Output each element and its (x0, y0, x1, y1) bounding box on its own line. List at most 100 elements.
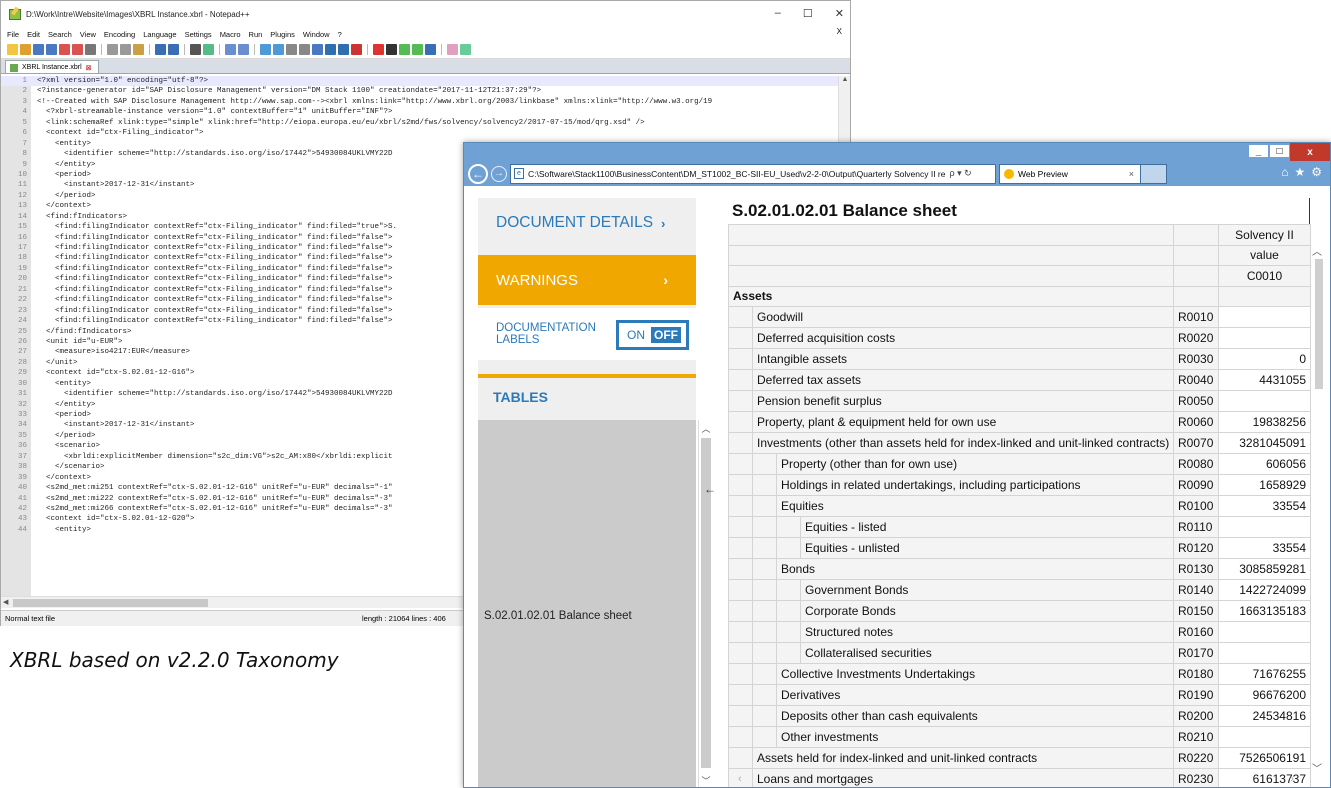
row-value[interactable]: 3281045091 (1218, 432, 1311, 454)
row-value[interactable]: 96676200 (1218, 684, 1311, 706)
search-refresh-controls[interactable]: ρ ▾ ↻ (949, 168, 971, 179)
replace-icon[interactable] (203, 44, 214, 55)
undo-icon[interactable] (155, 44, 166, 55)
sync-v-icon[interactable] (260, 44, 271, 55)
find-icon[interactable] (190, 44, 201, 55)
code-line[interactable]: 6 <context id="ctx-Filing_indicator"> (1, 128, 850, 138)
row-value[interactable]: 1658929 (1218, 474, 1311, 496)
zoom-out-icon[interactable] (238, 44, 249, 55)
close-file-icon[interactable] (59, 44, 70, 55)
chevron-up-icon[interactable]: ︿ (699, 422, 713, 435)
minimize-button[interactable]: – (775, 7, 781, 20)
code-line[interactable]: 2 <?instance-generator id="SAP Disclosure… (1, 86, 850, 96)
tab-close-icon[interactable]: × (1129, 169, 1134, 179)
back-button[interactable]: ← (468, 163, 488, 184)
menu-view[interactable]: View (80, 30, 96, 39)
table-list-item-balance-sheet[interactable]: S.02.01.02.01 Balance sheet (484, 610, 632, 622)
chevron-down-icon[interactable]: ﹀ (699, 774, 713, 787)
documentation-labels-toggle[interactable]: ON OFF (616, 320, 689, 350)
code-line[interactable]: 3 <!--Created with SAP Disclosure Managem… (1, 97, 850, 107)
save-macro-icon[interactable] (425, 44, 436, 55)
menu-language[interactable]: Language (143, 30, 176, 39)
play-macro-icon[interactable] (399, 44, 410, 55)
code-line[interactable]: 1 <?xml version="1.0" encoding="utf-8"?> (1, 76, 850, 87)
menu-settings[interactable]: Settings (185, 30, 212, 39)
report-vertical-scrollbar[interactable]: ︿ ﹀ (1312, 241, 1326, 787)
maximize-button[interactable]: ☐ (803, 7, 813, 20)
scroll-left-icon[interactable]: ◀ (3, 598, 8, 606)
row-value[interactable]: 1663135183 (1218, 600, 1311, 622)
menu-window[interactable]: Window (303, 30, 330, 39)
copy-icon[interactable] (120, 44, 131, 55)
tab-close-icon[interactable]: ⊠ (86, 64, 92, 72)
row-value[interactable] (1218, 642, 1311, 664)
sync-h-icon[interactable] (273, 44, 284, 55)
new-file-icon[interactable] (7, 44, 18, 55)
close-button[interactable]: ✕ (835, 7, 844, 20)
menu-file[interactable]: File (7, 30, 19, 39)
menu-run[interactable]: Run (249, 30, 263, 39)
home-icon[interactable]: ⌂ (1281, 165, 1288, 179)
tab-web-preview[interactable]: Web Preview × (999, 163, 1141, 184)
report-horizontal-scrollbar[interactable]: ‹ › (728, 773, 1310, 787)
row-value[interactable]: 4431055 (1218, 369, 1311, 391)
tab-xbrl-instance[interactable]: XBRL Instance.xbrl ⊠ (5, 60, 99, 73)
record-macro-icon[interactable] (373, 44, 384, 55)
address-bar[interactable]: e C:\Software\Stack1100\BusinessContent\… (510, 163, 996, 184)
menu-plugins[interactable]: Plugins (270, 30, 295, 39)
row-value[interactable] (1218, 726, 1311, 748)
report-scroll-thumb[interactable] (1315, 259, 1323, 389)
address-url[interactable]: C:\Software\Stack1100\BusinessContent\DM… (528, 169, 945, 179)
show-all-chars-icon[interactable] (299, 44, 310, 55)
paste-icon[interactable] (133, 44, 144, 55)
row-value[interactable] (1218, 327, 1311, 349)
print-icon[interactable] (85, 44, 96, 55)
close-all-icon[interactable] (72, 44, 83, 55)
redo-icon[interactable] (168, 44, 179, 55)
word-wrap-icon[interactable] (286, 44, 297, 55)
row-value[interactable]: 33554 (1218, 537, 1311, 559)
document-details-button[interactable]: DOCUMENT DETAILS › (478, 198, 696, 248)
new-tab-button[interactable] (1141, 163, 1167, 184)
warnings-button[interactable]: WARNINGS › (478, 255, 696, 305)
table-list-scrollbar[interactable]: ︿ ﹀ (698, 420, 713, 787)
chevron-right-icon[interactable]: › (1290, 773, 1294, 785)
chevron-down-icon[interactable]: ﹀ (1312, 760, 1322, 775)
chevron-left-icon[interactable]: ‹ (738, 773, 742, 785)
ie-close-button[interactable]: x (1290, 143, 1330, 161)
save-all-icon[interactable] (46, 44, 57, 55)
ie-maximize-button[interactable]: □ (1269, 144, 1290, 158)
collapse-sidebar-icon[interactable]: ← (704, 482, 716, 496)
horizontal-scroll-thumb[interactable] (13, 599, 208, 607)
menu-edit[interactable]: Edit (27, 30, 40, 39)
function-list-icon[interactable] (351, 44, 362, 55)
zoom-in-icon[interactable] (225, 44, 236, 55)
language-icon[interactable] (325, 44, 336, 55)
scroll-up-icon[interactable]: ▲ (839, 76, 851, 86)
row-value[interactable]: 0 (1218, 348, 1311, 370)
row-value[interactable]: 24534816 (1218, 705, 1311, 727)
gear-icon[interactable]: ⚙ (1311, 165, 1322, 179)
save-icon[interactable] (33, 44, 44, 55)
plugin-icon[interactable] (460, 44, 471, 55)
row-value[interactable]: 71676255 (1218, 663, 1311, 685)
row-value[interactable]: 7526506191 (1218, 747, 1311, 769)
row-value[interactable] (1218, 621, 1311, 643)
code-line[interactable]: 4 <?xbrl-streamable-instance version="1.… (1, 107, 850, 117)
row-value[interactable]: 1422724099 (1218, 579, 1311, 601)
menu-help[interactable]: ? (338, 30, 342, 39)
menu-macro[interactable]: Macro (220, 30, 241, 39)
menu-search[interactable]: Search (48, 30, 72, 39)
doc-close-button[interactable]: X (837, 27, 842, 36)
menu-encoding[interactable]: Encoding (104, 30, 135, 39)
row-value[interactable]: 606056 (1218, 453, 1311, 475)
row-value[interactable]: 33554 (1218, 495, 1311, 517)
code-line[interactable]: 5 <link:schemaRef xlink:type="simple" xl… (1, 118, 850, 128)
run-macro-multiple-icon[interactable] (412, 44, 423, 55)
row-value[interactable]: 3085859281 (1218, 558, 1311, 580)
chevron-up-icon[interactable]: ︿ (1312, 243, 1322, 258)
indent-guide-icon[interactable] (312, 44, 323, 55)
row-value[interactable]: 19838256 (1218, 411, 1311, 433)
row-value[interactable] (1218, 306, 1311, 328)
open-file-icon[interactable] (20, 44, 31, 55)
